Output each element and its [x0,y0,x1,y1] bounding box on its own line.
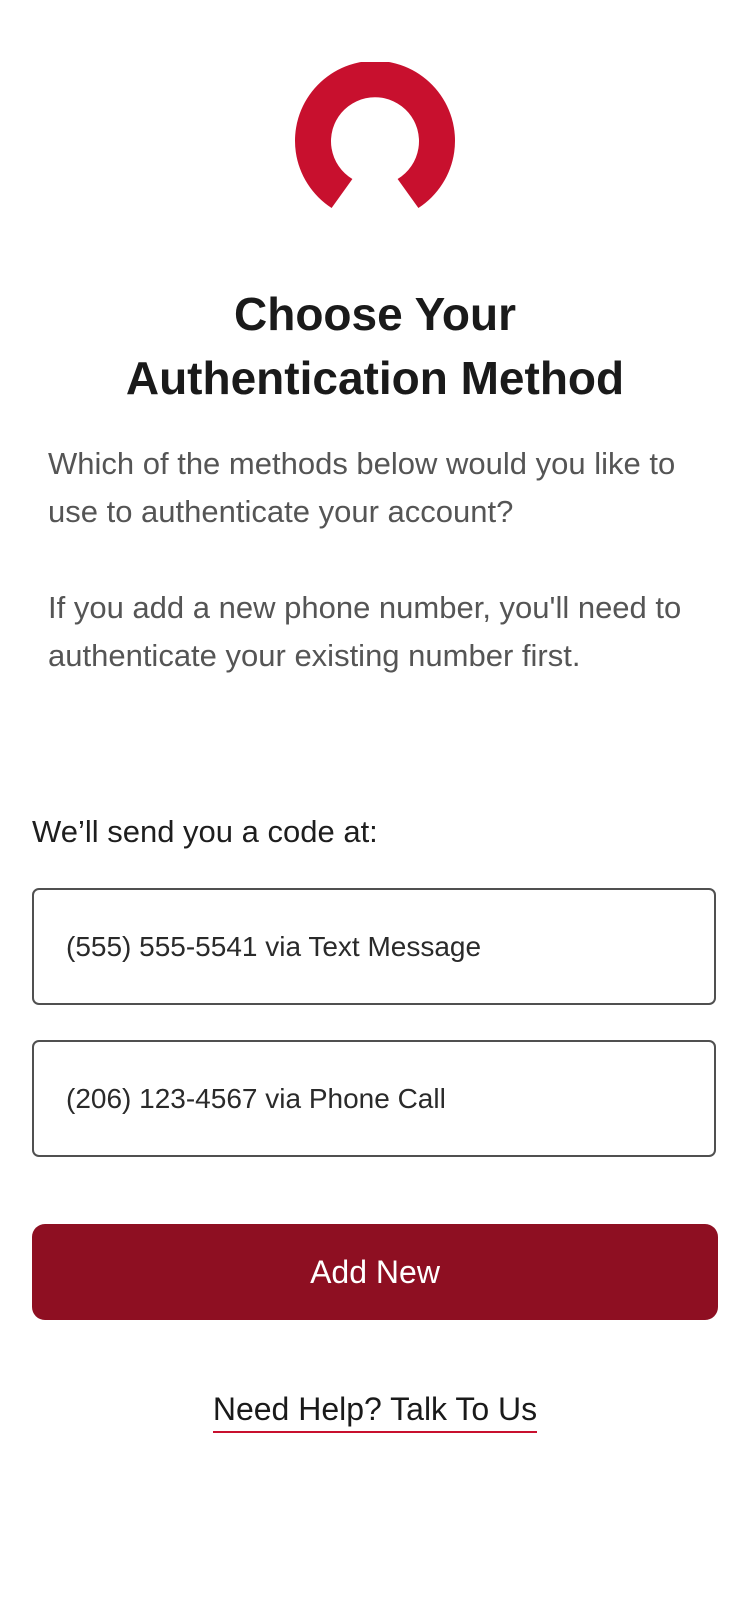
need-help-link[interactable]: Need Help? Talk To Us [212,1391,538,1433]
description: Which of the methods below would you lik… [48,440,708,680]
option-label: (206) 123-4567 via Phone Call [66,1082,446,1114]
brand-logo-icon [295,62,455,208]
page-title-line-2: Authentication Method [125,352,625,404]
option-label: (555) 555-5541 via Text Message [66,930,482,962]
phone-call-option[interactable]: (206) 123-4567 via Phone Call [32,1040,716,1157]
page-title: Choose Your Authentication Method [40,282,710,410]
auth-method-page: Choose Your Authentication Method Which … [0,0,750,1624]
help-section: Need Help? Talk To Us [0,1388,750,1433]
description-paragraph-1: Which of the methods below would you lik… [48,446,676,529]
send-code-label: We’ll send you a code at: [32,814,378,849]
text-message-option[interactable]: (555) 555-5541 via Text Message [32,888,716,1005]
description-paragraph-2: If you add a new phone number, you'll ne… [48,590,682,673]
add-new-button[interactable]: Add New [32,1224,718,1320]
page-title-line-1: Choose Your [234,288,516,340]
